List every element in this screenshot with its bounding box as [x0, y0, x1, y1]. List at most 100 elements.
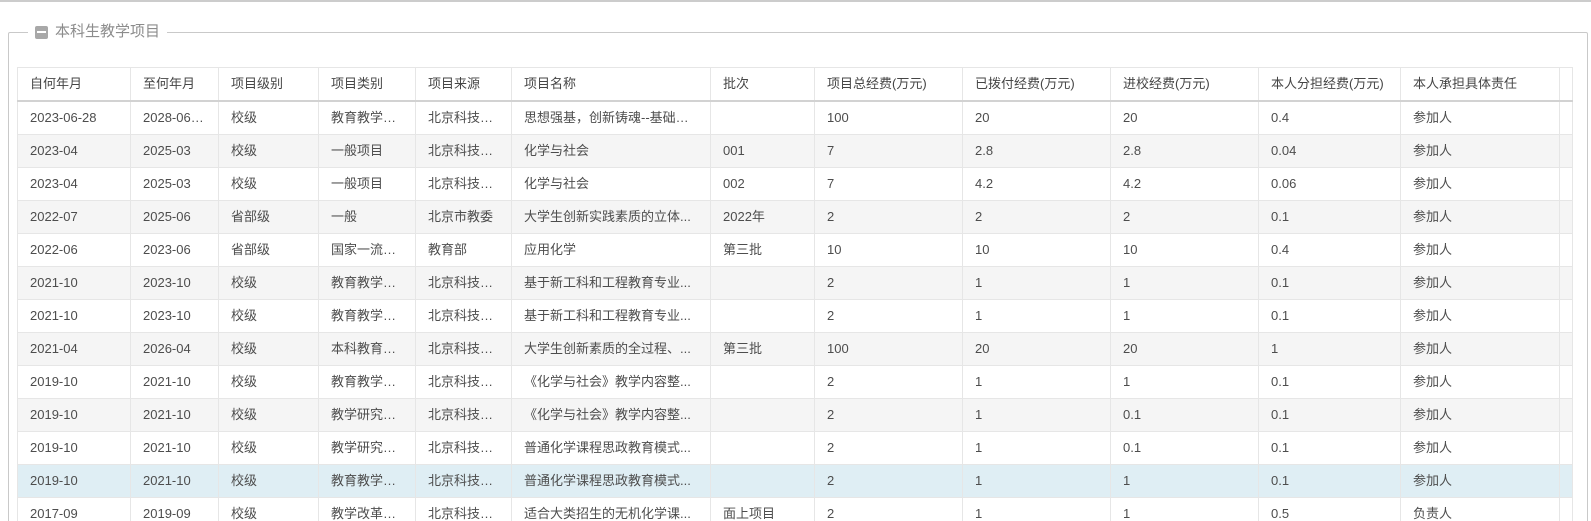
- column-header[interactable]: 项目名称: [511, 67, 711, 102]
- table-cell: 1: [962, 464, 1111, 498]
- column-header[interactable]: 项目总经费(万元): [814, 67, 963, 102]
- scrollbar-filler-cell: [1559, 200, 1573, 234]
- table-cell: 2: [814, 497, 963, 521]
- table-cell: 参加人: [1400, 233, 1560, 267]
- column-header[interactable]: 项目级别: [218, 67, 319, 102]
- table-cell: 教学改革项目: [318, 497, 416, 521]
- table-cell: 0.1: [1258, 266, 1401, 300]
- table-cell: 教育部: [415, 233, 512, 267]
- table-cell: 2: [814, 266, 963, 300]
- table-cell: [710, 100, 815, 135]
- column-header[interactable]: 自何年月: [17, 67, 131, 102]
- table-cell: 北京科技大学: [415, 332, 512, 366]
- table-cell: 参加人: [1400, 332, 1560, 366]
- table-row[interactable]: 2019-10 2021-10 校级 教育教学改革 北京科技大学 《化学与社会》教学内容整…: [17, 365, 1573, 399]
- table-row[interactable]: 2019-10 2021-10 校级 教学研究项目 北京科技大学 《化学与社会》教学内容整…: [17, 398, 1573, 432]
- table-cell: 2025-03: [130, 134, 219, 168]
- table-row[interactable]: 2017-09 2019-09 校级 教学改革项目 北京科技大学 适合大类招生的无机化学课…: [17, 497, 1573, 521]
- table-cell: 2023-06-28: [17, 100, 131, 135]
- column-header[interactable]: 已拨付经费(万元): [962, 67, 1111, 102]
- table-cell: 北京科技大学: [415, 398, 512, 432]
- table-cell: 北京科技大学: [415, 464, 512, 498]
- table-cell: 参加人: [1400, 266, 1560, 300]
- table-cell: 校级: [218, 398, 319, 432]
- table-row[interactable]: 2019-10 2021-10 校级 教学研究项目 北京科技大学 普通化学课程思政教育模式…: [17, 431, 1573, 465]
- table-cell: 化学与社会: [511, 167, 711, 201]
- column-header[interactable]: 批次: [710, 67, 815, 102]
- table-cell: 教学研究项目: [318, 431, 416, 465]
- column-header[interactable]: 项目类别: [318, 67, 416, 102]
- table-cell: 0.04: [1258, 134, 1401, 168]
- table-row[interactable]: 2023-06-28 2028-06-28 校级 教育教学改革 北京科技大学 思想强基，创…: [17, 100, 1573, 135]
- table-cell: 2025-06: [130, 200, 219, 234]
- column-header[interactable]: 项目来源: [415, 67, 512, 102]
- table-cell: 2021-10: [130, 431, 219, 465]
- table-cell: 参加人: [1400, 299, 1560, 333]
- table-cell: 2: [1110, 200, 1259, 234]
- table-cell: 10: [814, 233, 963, 267]
- table-row[interactable]: 2022-07 2025-06 省部级 一般 北京市教委 大学生创新实践素质的立体... 2…: [17, 200, 1573, 234]
- scrollbar-filler-cell: [1559, 67, 1573, 102]
- table-cell: 2023-10: [130, 266, 219, 300]
- table-cell: 2028-06-28: [130, 100, 219, 135]
- table-cell: 第三批: [710, 332, 815, 366]
- table-cell: 一般项目: [318, 167, 416, 201]
- table-cell: 省部级: [218, 233, 319, 267]
- scrollbar-filler-cell: [1559, 398, 1573, 432]
- table-cell: 2019-10: [17, 398, 131, 432]
- column-header[interactable]: 本人承担具体责任: [1400, 67, 1560, 102]
- table-cell: 1: [962, 431, 1111, 465]
- table-row[interactable]: 2022-06 2023-06 省部级 国家一流本... 教育部 应用化学 第三批 10 10 1…: [17, 233, 1573, 267]
- scrollbar-filler-cell: [1559, 464, 1573, 498]
- table-cell: 校级: [218, 431, 319, 465]
- table-cell: 校级: [218, 134, 319, 168]
- table-row[interactable]: 2021-04 2026-04 校级 本科教育教... 北京科技大学 大学生创新素质的全过…: [17, 332, 1573, 366]
- table-cell: 北京科技大学: [415, 431, 512, 465]
- table-cell: 2025-03: [130, 167, 219, 201]
- table-cell: 北京科技大...: [415, 134, 512, 168]
- table-cell: 1: [962, 398, 1111, 432]
- table-cell: [710, 398, 815, 432]
- scrollbar-filler-cell: [1559, 266, 1573, 300]
- column-header[interactable]: 至何年月: [130, 67, 219, 102]
- table-cell: [710, 431, 815, 465]
- panel-legend: 本科生教学项目: [28, 22, 167, 42]
- table-cell: 本科教育教...: [318, 332, 416, 366]
- table-cell: 一般: [318, 200, 416, 234]
- table-row[interactable]: 2023-04 2025-03 校级 一般项目 北京科技大... 化学与社会 001 7 2.8…: [17, 134, 1573, 168]
- table-cell: 2021-10: [17, 299, 131, 333]
- table-row[interactable]: 2023-04 2025-03 校级 一般项目 北京科技大... 化学与社会 002 7 4.2…: [17, 167, 1573, 201]
- table-cell: 负责人: [1400, 497, 1560, 521]
- table-cell: 2019-10: [17, 365, 131, 399]
- column-header[interactable]: 进校经费(万元): [1110, 67, 1259, 102]
- table-cell: 2021-10: [17, 266, 131, 300]
- table-cell: 2022-07: [17, 200, 131, 234]
- table-cell: 2023-04: [17, 167, 131, 201]
- table-row[interactable]: 2021-10 2023-10 校级 教育教学改革 北京科技大学 基于新工科和工程教育专业…: [17, 299, 1573, 333]
- table-cell: 0.4: [1258, 100, 1401, 135]
- table-cell: 2: [814, 200, 963, 234]
- table-cell: 大学生创新实践素质的立体...: [511, 200, 711, 234]
- scrollbar-filler-cell: [1559, 332, 1573, 366]
- table-cell: 大学生创新素质的全过程、...: [511, 332, 711, 366]
- table-cell: 校级: [218, 299, 319, 333]
- scrollbar-filler-cell: [1559, 134, 1573, 168]
- table-cell: 2023-06: [130, 233, 219, 267]
- table-cell: 教学研究项目: [318, 398, 416, 432]
- table-cell: 第三批: [710, 233, 815, 267]
- collapse-minus-icon[interactable]: [35, 25, 48, 39]
- table-cell: [710, 266, 815, 300]
- table-cell: 参加人: [1400, 398, 1560, 432]
- table-cell: 100: [814, 332, 963, 366]
- table-cell: 0.06: [1258, 167, 1401, 201]
- table-cell: 2.8: [1110, 134, 1259, 168]
- table-cell: 校级: [218, 100, 319, 135]
- table-row[interactable]: 2019-10 2021-10 校级 教育教学改革 北京科技大学 普通化学课程思政教育模式…: [17, 464, 1573, 498]
- table-cell: 4.2: [962, 167, 1111, 201]
- projects-table: 自何年月 至何年月 项目级别 项目类别 项目来源 项目名称 批次 项目总经费(万元) 已拨付经费…: [17, 67, 1573, 521]
- column-header[interactable]: 本人分担经费(万元): [1258, 67, 1401, 102]
- table-row[interactable]: 2021-10 2023-10 校级 教育教学改革 北京科技大学 基于新工科和工程教育专业…: [17, 266, 1573, 300]
- table-cell: 参加人: [1400, 167, 1560, 201]
- table-cell: [710, 464, 815, 498]
- table-cell: 化学与社会: [511, 134, 711, 168]
